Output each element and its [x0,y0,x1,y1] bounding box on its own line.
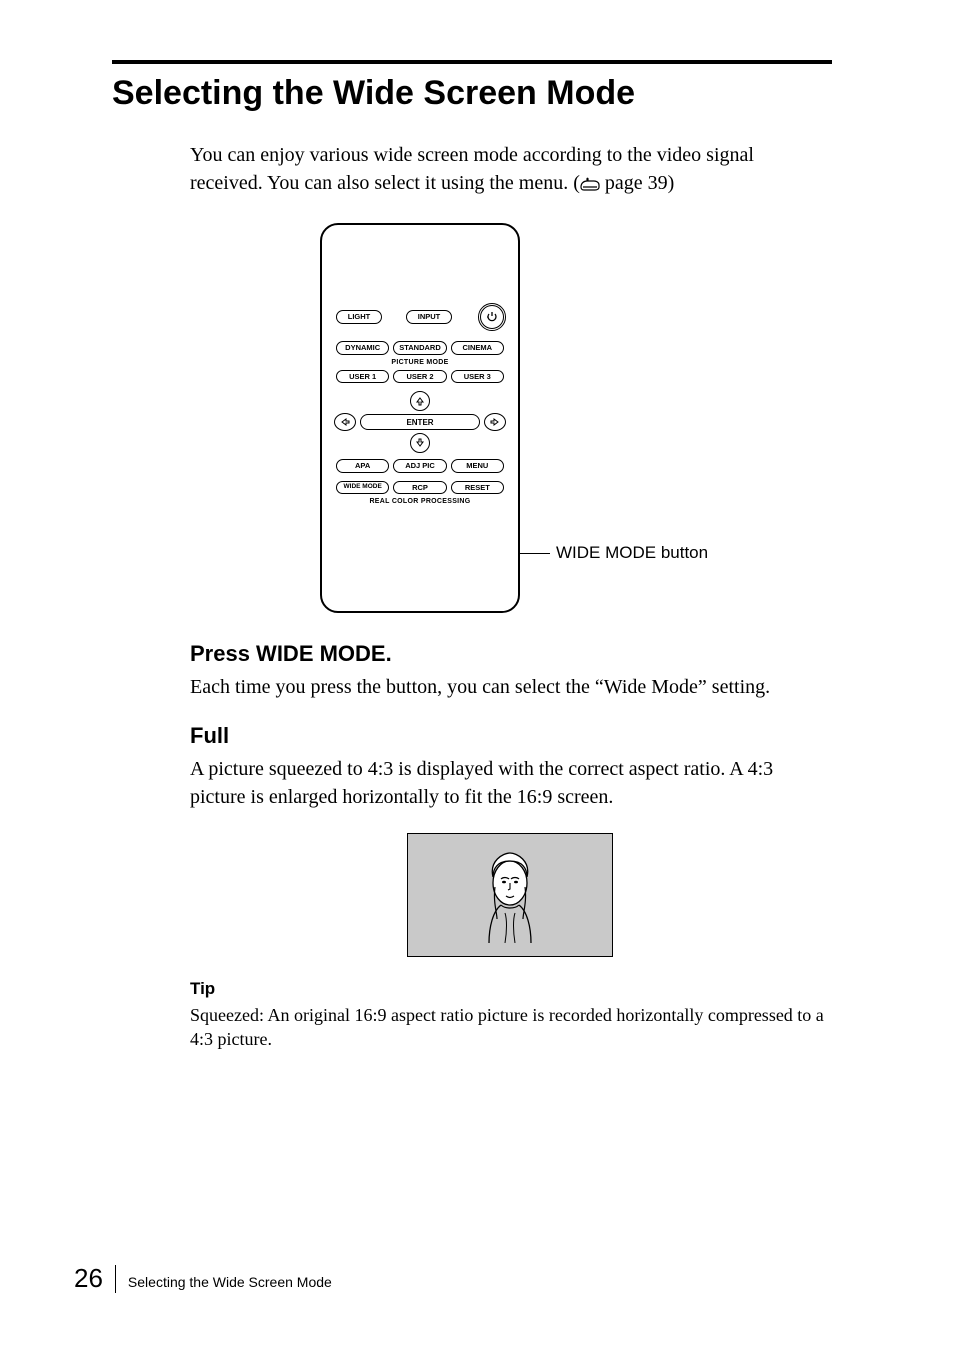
user3-button: USER 3 [451,370,504,384]
page-content: Selecting the Wide Screen Mode You can e… [112,60,832,1052]
remote-row-5: WIDE MODE RCP RESET [334,481,506,495]
user2-button: USER 2 [393,370,446,384]
light-button: LIGHT [336,310,382,324]
intro-text-1: You can enjoy various wide screen mode a… [190,144,754,166]
content-indent: You can enjoy various wide screen mode a… [190,141,830,1052]
footer-divider [115,1265,116,1293]
aspect-figure [407,833,613,957]
callout-text: WIDE MODE button [556,543,708,563]
page-number: 26 [74,1263,115,1294]
enter-button: ENTER [360,414,480,430]
callout: WIDE MODE button [520,543,708,563]
remote-control-figure: LIGHT INPUT DYNAMIC STANDARD CINEMA PICT… [320,223,520,613]
tip-body: Squeezed: An original 16:9 aspect ratio … [190,1003,830,1052]
dpad-center-row: ENTER [334,413,506,431]
top-rule [112,60,832,64]
left-arrow-button [334,413,356,431]
menu-button: MENU [451,459,504,473]
arrow-right-icon [490,417,500,427]
cinema-button: CINEMA [451,341,504,355]
intro-pageref: page 39) [600,172,674,194]
user1-button: USER 1 [336,370,389,384]
picture-mode-label: PICTURE MODE [334,359,506,366]
page-title: Selecting the Wide Screen Mode [112,74,832,113]
wide-mode-button: WIDE MODE [336,481,389,494]
step-heading: Press WIDE MODE. [190,641,830,667]
input-button: INPUT [406,310,452,324]
face-icon [483,847,537,943]
intro-paragraph: You can enjoy various wide screen mode a… [190,141,830,199]
reset-button: RESET [451,481,504,495]
mode-body: A picture squeezed to 4:3 is displayed w… [190,755,830,811]
rcp-button: RCP [393,481,446,495]
right-arrow-button [484,413,506,431]
mode-heading: Full [190,723,830,749]
callout-line [520,553,550,554]
arrow-left-icon [340,417,350,427]
footer-title: Selecting the Wide Screen Mode [128,1274,332,1290]
remote-figure-row: LIGHT INPUT DYNAMIC STANDARD CINEMA PICT… [320,223,830,613]
dynamic-button: DYNAMIC [336,341,389,355]
arrow-up-icon [415,396,425,406]
footer: 26 Selecting the Wide Screen Mode [74,1263,332,1294]
aspect-box [407,833,613,957]
tip-label: Tip [190,979,830,999]
intro-text-2: received. You can also select it using t… [190,172,580,194]
crossref-icon [580,171,600,199]
dpad: ENTER [334,391,506,453]
power-icon [485,310,499,324]
arrow-down-icon [415,438,425,448]
apa-button: APA [336,459,389,473]
remote-row-3: USER 1 USER 2 USER 3 [334,370,506,384]
down-arrow-button [410,433,430,453]
up-arrow-button [410,391,430,411]
remote-row-1: LIGHT INPUT [334,303,506,331]
step-body: Each time you press the button, you can … [190,673,830,701]
remote-row-2: DYNAMIC STANDARD CINEMA [334,341,506,355]
standard-button: STANDARD [393,341,446,355]
rcp-label: REAL COLOR PROCESSING [334,498,506,505]
remote-row-4: APA ADJ PIC MENU [334,459,506,473]
power-button [478,303,506,331]
adj-pic-button: ADJ PIC [393,459,446,473]
